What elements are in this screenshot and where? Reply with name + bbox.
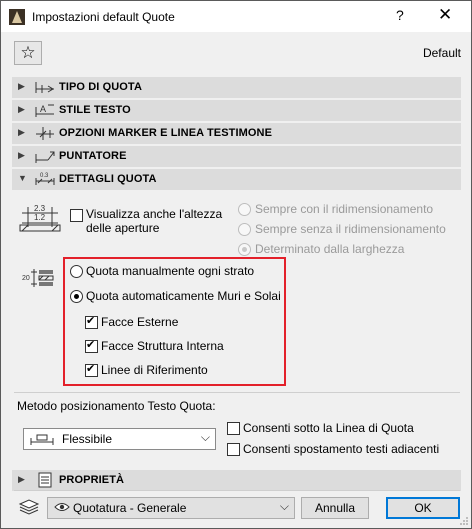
- checkbox-core-faces-label: Facce Struttura Interna: [101, 339, 224, 353]
- footer-divider: [14, 490, 460, 491]
- radio-always-scaling-label: Sempre con il ridimensionamento: [255, 202, 434, 216]
- pointer-icon: [35, 151, 55, 163]
- panel-label: TIPO DI QUOTA: [59, 81, 142, 93]
- panel-dimension-details[interactable]: ▼ 0.3 DETTAGLI QUOTA: [12, 169, 461, 190]
- layers-icon: [18, 499, 40, 515]
- close-button[interactable]: ✕: [438, 5, 452, 25]
- title-bar: Impostazioni default Quote ? ✕: [1, 1, 471, 32]
- panel-label: PUNTATORE: [59, 150, 127, 162]
- radio-width-determined[interactable]: [238, 243, 251, 256]
- text-position-label: Metodo posizionamento Testo Quota:: [17, 399, 216, 413]
- checkbox-allow-move-adjacent-label: Consenti spostamento testi adiacenti: [243, 442, 440, 456]
- cancel-button[interactable]: Annulla: [301, 497, 369, 519]
- text-style-icon: A: [35, 104, 54, 117]
- chevron-down-icon: ⌵: [279, 499, 289, 513]
- window-title: Impostazioni default Quote: [32, 10, 175, 24]
- default-label: Default: [422, 46, 461, 60]
- svg-text:0.3: 0.3: [40, 173, 49, 179]
- chevron-down-icon: ⌵: [200, 430, 210, 444]
- panel-label: STILE TESTO: [59, 104, 131, 116]
- text-position-select[interactable]: Flessibile ⌵: [23, 428, 216, 450]
- resize-grip-icon[interactable]: [459, 516, 469, 526]
- panel-label: OPZIONI MARKER E LINEA TESTIMONE: [59, 127, 273, 139]
- panel-dimension-type[interactable]: ▶ TIPO DI QUOTA: [12, 77, 461, 98]
- panel-text-style[interactable]: ▶ A STILE TESTO: [12, 100, 461, 121]
- checkbox-outer-faces[interactable]: [85, 314, 98, 329]
- radio-never-scaling-label: Sempre senza il ridimensionamento: [255, 222, 446, 236]
- help-button[interactable]: ?: [396, 7, 404, 23]
- checkbox-core-faces[interactable]: [85, 338, 98, 353]
- expand-arrow-icon: ▶: [18, 104, 25, 114]
- expand-arrow-icon: ▶: [18, 150, 25, 160]
- svg-text:20: 20: [22, 275, 30, 282]
- properties-icon: [38, 472, 52, 488]
- archicad-app-icon: [9, 9, 25, 25]
- expand-arrow-icon: ▶: [18, 474, 25, 484]
- checkbox-reference-lines[interactable]: [85, 362, 98, 377]
- radio-never-scaling[interactable]: [238, 223, 251, 236]
- layer-value: Quotatura - Generale: [73, 501, 187, 515]
- strata-dimension-icon: 20: [22, 269, 54, 287]
- radio-manual-strata[interactable]: [70, 265, 83, 278]
- panel-properties[interactable]: ▶ PROPRIETÀ: [12, 470, 461, 491]
- radio-always-scaling[interactable]: [238, 203, 251, 216]
- checkbox-allow-below-line[interactable]: [227, 422, 240, 435]
- checkbox-allow-move-adjacent[interactable]: [227, 443, 240, 456]
- show-opening-height-label-line2: delle aperture: [86, 221, 160, 235]
- text-position-value: Flessibile: [62, 432, 113, 446]
- svg-text:1.2: 1.2: [34, 213, 46, 222]
- radio-manual-strata-label: Quota manualmente ogni strato: [86, 264, 255, 278]
- layer-select[interactable]: Quotatura - Generale ⌵: [47, 497, 295, 519]
- section-divider: [14, 392, 460, 393]
- panel-marker-options[interactable]: ▶ OPZIONI MARKER E LINEA TESTIMONE: [12, 123, 461, 144]
- checkbox-allow-below-line-label: Consenti sotto la Linea di Quota: [243, 421, 414, 435]
- dimension-type-icon: [35, 82, 54, 93]
- show-opening-height-checkbox[interactable]: [70, 209, 83, 222]
- checkbox-outer-faces-label: Facce Esterne: [101, 315, 179, 329]
- checkbox-reference-lines-label: Linee di Riferimento: [101, 363, 208, 377]
- flexible-text-icon: [30, 434, 54, 445]
- eye-icon: [54, 503, 70, 511]
- show-opening-height-label-line1: Visualizza anche l'altezza: [86, 207, 223, 221]
- panel-label: DETTAGLI QUOTA: [59, 173, 157, 185]
- favorites-star-button[interactable]: ☆: [14, 41, 42, 65]
- panel-label: PROPRIETÀ: [59, 474, 125, 486]
- radio-width-determined-label: Determinato dalla larghezza: [255, 242, 405, 256]
- collapse-arrow-icon: ▼: [18, 173, 27, 183]
- marker-line-icon: [36, 127, 54, 140]
- expand-arrow-icon: ▶: [18, 127, 25, 137]
- expand-arrow-icon: ▶: [18, 81, 25, 91]
- radio-auto-walls-slabs-label: Quota automaticamente Muri e Solai: [86, 289, 281, 303]
- dimension-details-icon: 0.3: [35, 173, 55, 185]
- radio-auto-walls-slabs[interactable]: [70, 290, 83, 303]
- ok-button[interactable]: OK: [386, 497, 460, 519]
- svg-text:A: A: [40, 104, 46, 114]
- opening-height-icon: 2.3 1.2: [19, 204, 61, 232]
- svg-text:2.3: 2.3: [34, 204, 46, 213]
- dialog-window: Impostazioni default Quote ? ✕ ☆ Default…: [0, 0, 472, 529]
- panel-pointer[interactable]: ▶ PUNTATORE: [12, 146, 461, 167]
